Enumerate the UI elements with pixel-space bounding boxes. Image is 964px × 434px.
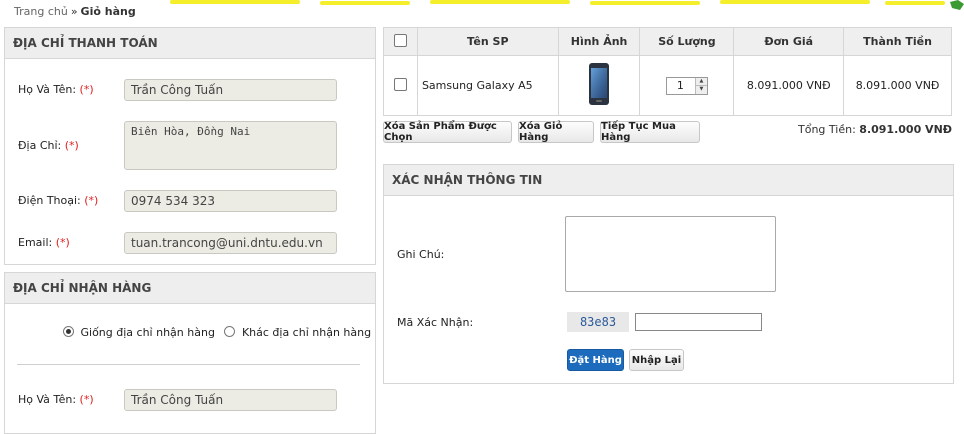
other-address-label[interactable]: Khác địa chỉ nhận hàng xyxy=(242,326,371,339)
shipping-title: ĐỊA CHỈ NHẬN HÀNG xyxy=(5,273,375,304)
item-image-cell xyxy=(557,55,641,116)
captcha-label: Mã Xác Nhận: xyxy=(397,316,474,329)
shipping-name-input[interactable]: Trần Công Tuấn xyxy=(124,389,337,411)
select-all-cell xyxy=(383,27,418,56)
decrement-icon[interactable]: ▼ xyxy=(695,85,707,94)
shipping-name-label: Họ Và Tên: (*) xyxy=(18,393,94,406)
billing-email-label: Email: (*) xyxy=(18,236,70,249)
shipping-options: Giống địa chỉ nhận hàng Khác địa chỉ nhậ… xyxy=(63,326,371,339)
item-name: Samsung Galaxy A5 xyxy=(416,55,559,116)
divider xyxy=(17,364,360,365)
cart-header-row: Tên SP Hình Ảnh Số Lượng Đơn Giá Thành T… xyxy=(383,27,952,56)
other-address-radio[interactable] xyxy=(224,326,236,337)
col-product-name: Tên SP xyxy=(416,27,559,56)
col-subtotal: Thành Tiền xyxy=(843,27,952,56)
billing-phone-label: Điện Thoại: (*) xyxy=(18,194,99,207)
cart-table: Tên SP Hình Ảnh Số Lượng Đơn Giá Thành T… xyxy=(383,27,952,116)
billing-name-input[interactable]: Trần Công Tuấn xyxy=(124,79,337,101)
table-row: Samsung Galaxy A5 1 ▲ ▼ 8.091.000 VNĐ 8.0… xyxy=(383,55,952,116)
billing-address-label: Địa Chỉ: (*) xyxy=(18,139,79,152)
item-checkbox[interactable] xyxy=(393,77,407,91)
quantity-stepper[interactable]: 1 ▲ ▼ xyxy=(665,76,708,95)
same-address-label[interactable]: Giống địa chỉ nhận hàng xyxy=(81,326,215,339)
reset-button[interactable]: Nhập Lại xyxy=(629,349,684,371)
billing-phone-input[interactable]: 0974 534 323 xyxy=(124,190,337,212)
top-stripe xyxy=(0,0,964,6)
continue-shopping-button[interactable]: Tiếp Tục Mua Hàng xyxy=(600,121,700,143)
select-all-checkbox[interactable] xyxy=(393,33,407,47)
captcha-image: 83e83 xyxy=(567,312,629,332)
billing-title: ĐỊA CHỈ THANH TOÁN xyxy=(5,28,375,59)
breadcrumb-current: Giỏ hàng xyxy=(80,5,136,18)
place-order-button[interactable]: Đặt Hàng xyxy=(567,349,624,371)
note-textarea[interactable] xyxy=(565,216,776,292)
breadcrumb-home-link[interactable]: Trang chủ xyxy=(14,5,68,18)
col-image: Hình Ảnh xyxy=(557,27,641,56)
breadcrumb-separator: » xyxy=(70,5,78,18)
item-quantity-cell: 1 ▲ ▼ xyxy=(639,55,735,116)
col-quantity: Số Lượng xyxy=(639,27,735,56)
phone-image xyxy=(589,63,610,105)
item-subtotal: 8.091.000 VNĐ xyxy=(843,55,952,116)
billing-email-input[interactable]: tuan.trancong@uni.dntu.edu.vn xyxy=(124,232,337,254)
col-unit-price: Đơn Giá xyxy=(733,27,845,56)
clear-cart-button[interactable]: Xóa Giỏ Hàng xyxy=(518,121,594,143)
billing-name-label: Họ Và Tên: (*) xyxy=(18,83,94,96)
billing-address-textarea[interactable]: Biên Hòa, Đồng Nai xyxy=(124,121,337,170)
breadcrumb: Trang chủ» Giỏ hàng xyxy=(14,5,136,18)
total-value: 8.091.000 VNĐ xyxy=(859,123,952,136)
remove-selected-button[interactable]: Xóa Sản Phẩm Được Chọn xyxy=(383,121,512,143)
item-unit-price: 8.091.000 VNĐ xyxy=(733,55,845,116)
cart-total: Tổng Tiền: 8.091.000 VNĐ xyxy=(798,123,952,136)
confirm-title: XÁC NHẬN THÔNG TIN xyxy=(384,165,953,196)
increment-icon[interactable]: ▲ xyxy=(695,77,707,85)
leaf-icon xyxy=(950,0,964,10)
note-label: Ghi Chú: xyxy=(397,248,445,261)
same-address-radio[interactable] xyxy=(63,326,74,337)
captcha-input[interactable] xyxy=(635,313,762,331)
